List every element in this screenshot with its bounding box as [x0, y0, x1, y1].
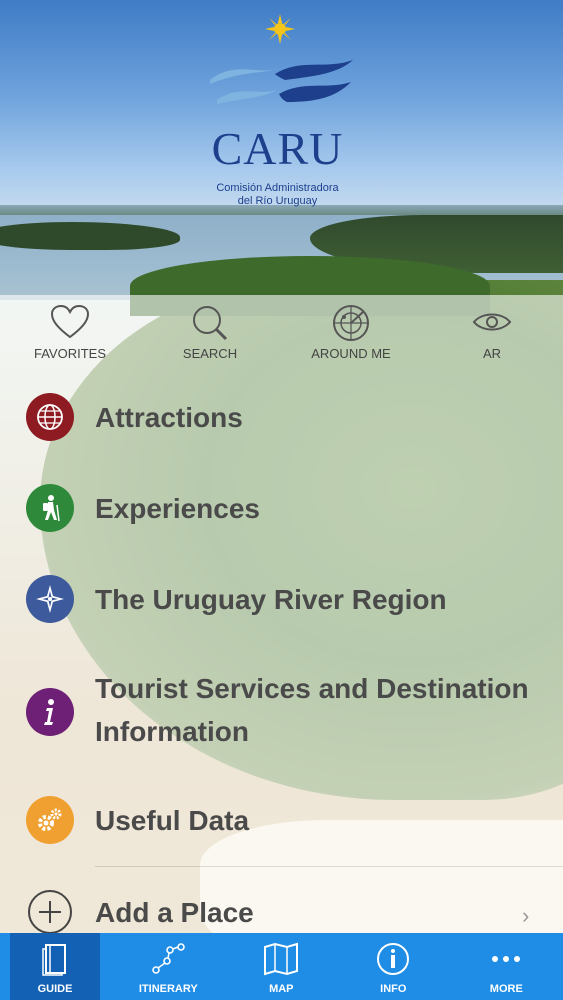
divider [95, 866, 563, 867]
tab-info[interactable]: INFO [337, 933, 450, 1000]
menu-label-add-a-place: Add a Place [95, 897, 254, 928]
info-icon [26, 688, 74, 736]
logo-subtitle-line1: Comisión Administradora [216, 182, 339, 194]
tab-label-guide: GUIDE [37, 983, 73, 995]
menu-label-attractions: Attractions [95, 402, 243, 433]
tab-bar: GUIDE ITINERARY MAP INFO MORE [0, 933, 563, 1000]
menu-label-tourist-services-line1: Tourist Services and Destination [95, 673, 529, 704]
logo-subtitle: Comisión Administradora del Río Uruguay [195, 182, 360, 208]
map-icon [264, 942, 299, 976]
menu-item-tourist-services[interactable]: Tourist Services and Destination Informa… [0, 668, 563, 758]
search-button[interactable]: SEARCH [155, 300, 265, 370]
menu-item-uruguay-river-region[interactable]: The Uruguay River Region [0, 575, 563, 625]
waves-icon [210, 60, 353, 104]
menu-item-add-a-place[interactable]: Add a Place [0, 888, 563, 938]
tab-label-itinerary: ITINERARY [138, 983, 198, 995]
tab-label-map: MAP [269, 983, 294, 995]
ar-label: AR [482, 346, 502, 361]
hiker-icon [26, 484, 74, 532]
tab-guide[interactable]: GUIDE [10, 933, 100, 1000]
globe-icon [26, 393, 74, 441]
plus-circle-icon [26, 888, 74, 936]
menu-label-experiences: Experiences [95, 493, 260, 524]
around-me-label: AROUND ME [311, 346, 391, 361]
more-icon [492, 956, 521, 962]
eye-icon [472, 313, 512, 331]
book-icon [42, 944, 66, 976]
menu-label-uruguay-river-region: The Uruguay River Region [95, 584, 447, 615]
logo-name: CARU [211, 123, 344, 174]
quick-actions: FAVORITES SEARCH AROUND ME AR [0, 300, 563, 370]
menu-item-experiences[interactable]: Experiences [0, 484, 563, 534]
compass-icon [26, 575, 74, 623]
tab-more[interactable]: MORE [450, 933, 563, 1000]
favorites-label: FAVORITES [34, 346, 106, 361]
chevron-right-icon: › [522, 903, 530, 928]
caru-logo: CARU Comisión Administradora del Río Uru… [195, 10, 370, 208]
menu-label-tourist-services-line2: Information [95, 716, 249, 747]
logo-subtitle-line2: del Río Uruguay [237, 195, 318, 207]
menu-item-attractions[interactable]: Attractions [0, 393, 563, 443]
gears-icon [26, 796, 74, 844]
search-label: SEARCH [182, 346, 238, 361]
heart-icon [50, 304, 90, 339]
search-icon [193, 306, 228, 341]
favorites-button[interactable]: FAVORITES [15, 300, 125, 370]
around-me-button[interactable]: AROUND ME [296, 300, 406, 370]
tab-label-more: MORE [489, 983, 523, 995]
menu-item-useful-data[interactable]: Useful Data [0, 796, 563, 846]
info-circle-icon [377, 943, 410, 975]
ar-button[interactable]: AR [437, 300, 547, 370]
tab-itinerary[interactable]: ITINERARY [112, 933, 225, 1000]
sun-icon [265, 14, 295, 44]
tab-map[interactable]: MAP [225, 933, 338, 1000]
tab-label-info: INFO [380, 983, 407, 995]
radar-icon [333, 305, 369, 341]
route-icon [152, 943, 186, 974]
menu-label-useful-data: Useful Data [95, 805, 250, 836]
